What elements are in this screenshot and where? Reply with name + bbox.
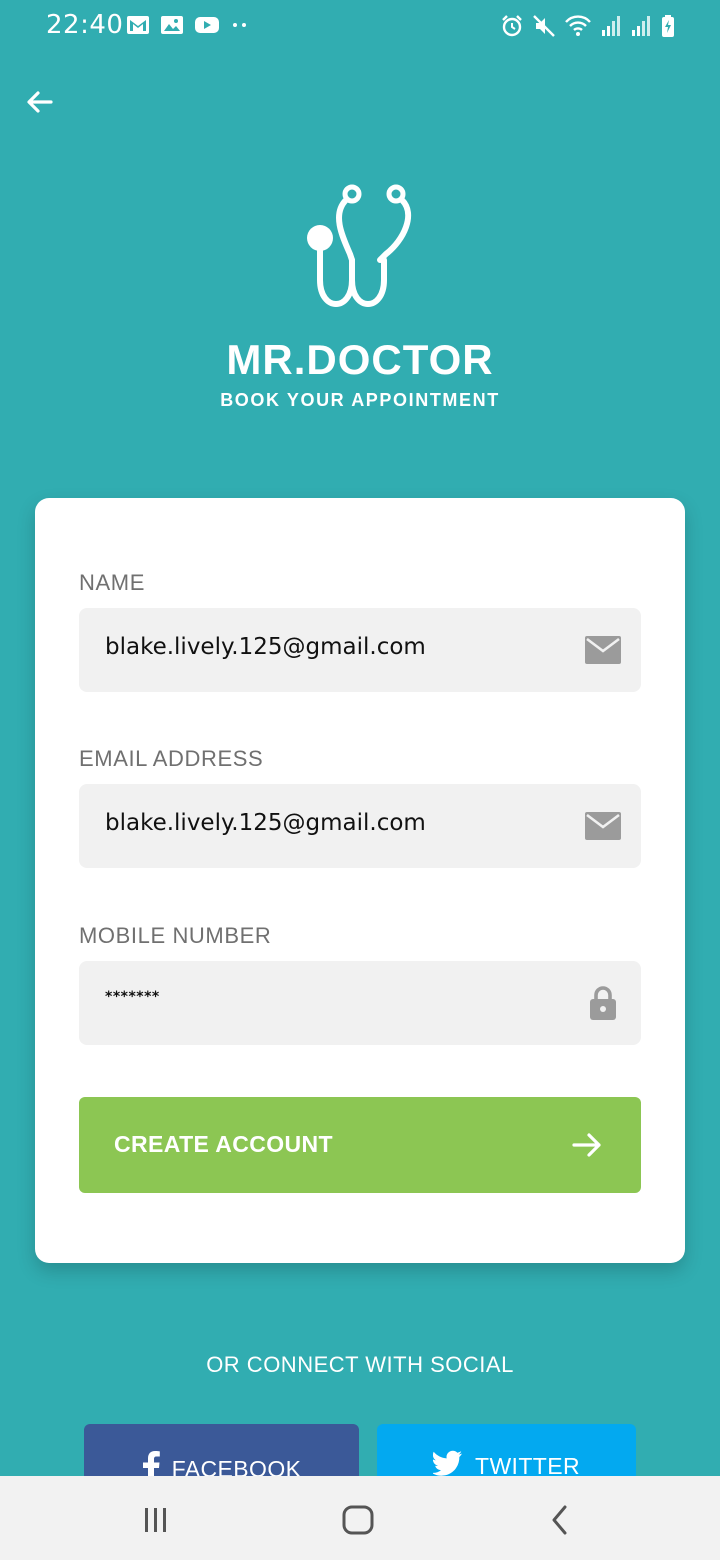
home-icon [342, 1505, 374, 1535]
navigation-bar [0, 1476, 720, 1560]
recent-apps-button[interactable] [126, 1500, 186, 1540]
more-notifications-icon [230, 14, 250, 36]
wifi-icon [564, 14, 592, 38]
stethoscope-icon [300, 184, 412, 314]
status-bar: 22:40 [0, 0, 720, 56]
mail-icon [585, 634, 621, 666]
brand-tagline: BOOK YOUR APPOINTMENT [220, 390, 500, 410]
recent-apps-icon [145, 1508, 166, 1532]
email-value: blake.lively.125@gmail.com [105, 810, 426, 836]
system-status-icons [500, 14, 676, 38]
mobile-value: ******* [105, 989, 160, 1005]
gmail-icon [126, 14, 150, 36]
home-button[interactable] [328, 1500, 388, 1540]
battery-icon [660, 14, 676, 38]
chevron-left-icon [552, 1505, 567, 1535]
create-account-label: CREATE ACCOUNT [114, 1131, 333, 1157]
lock-icon [585, 986, 621, 1020]
name-field[interactable]: blake.lively.125@gmail.com [79, 608, 641, 692]
email-label: EMAIL ADDRESS [79, 746, 264, 771]
signal-icon [600, 14, 622, 38]
name-value: blake.lively.125@gmail.com [105, 634, 426, 660]
status-time: 22:40 [46, 10, 124, 40]
brand-title: MR.DOCTOR [226, 336, 494, 383]
create-account-button[interactable]: CREATE ACCOUNT [79, 1097, 641, 1193]
arrow-right-icon [571, 1129, 603, 1166]
arrow-left-icon [27, 91, 53, 113]
notification-icons [126, 14, 250, 36]
mute-icon [532, 14, 556, 38]
email-field[interactable]: blake.lively.125@gmail.com [79, 784, 641, 868]
mail-icon [585, 810, 621, 842]
gallery-icon [160, 14, 184, 36]
name-label: NAME [79, 570, 145, 595]
alarm-icon [500, 14, 524, 38]
signal-icon-2 [630, 14, 652, 38]
back-button[interactable] [20, 82, 60, 122]
social-heading: OR CONNECT WITH SOCIAL [206, 1352, 514, 1377]
signup-card: NAME blake.lively.125@gmail.com EMAIL AD… [35, 498, 685, 1263]
mobile-field[interactable]: ******* [79, 961, 641, 1045]
mobile-label: MOBILE NUMBER [79, 923, 272, 948]
youtube-icon [194, 14, 220, 36]
back-nav-button[interactable] [530, 1500, 590, 1540]
